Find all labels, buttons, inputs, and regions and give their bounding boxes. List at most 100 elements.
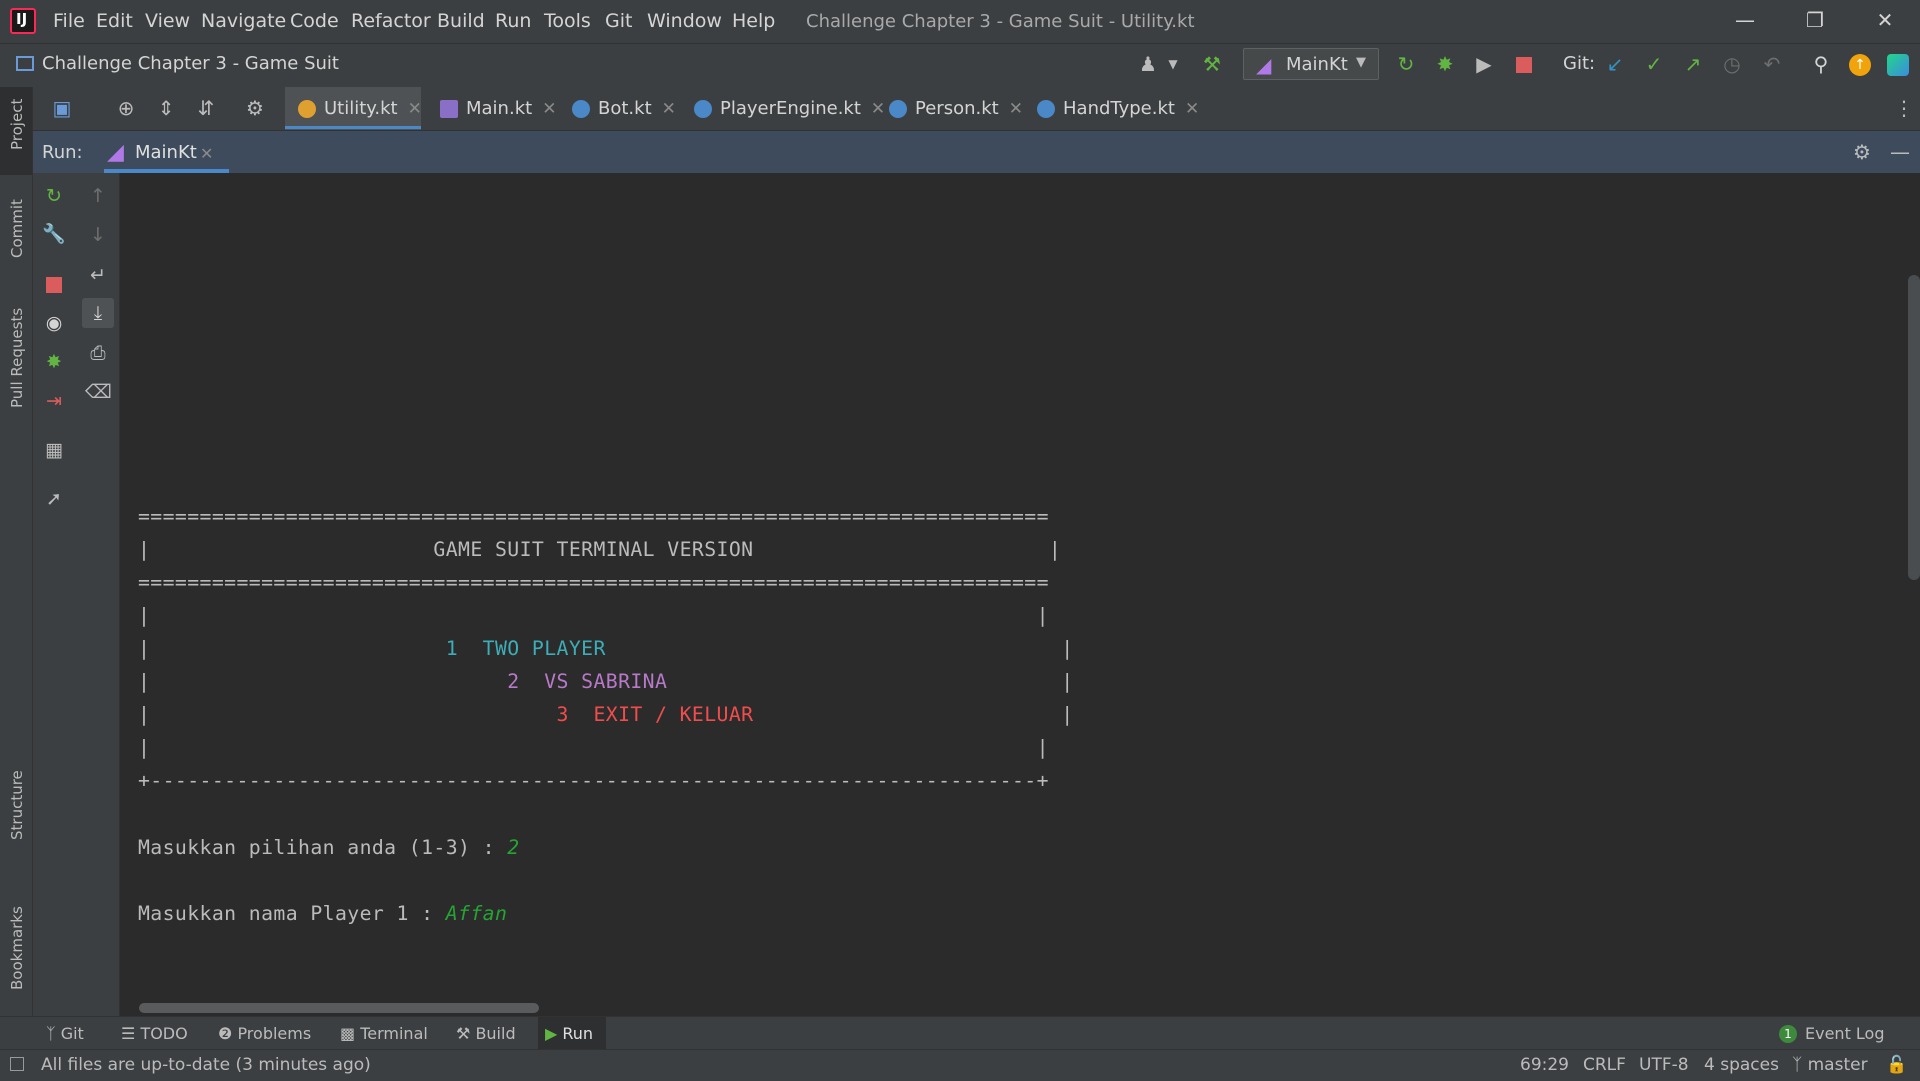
horizontal-scrollbar[interactable]: [139, 1003, 539, 1013]
tool-project[interactable]: Project: [8, 99, 26, 150]
lock-icon[interactable]: 🔓: [1886, 1055, 1907, 1075]
tab-main-kt[interactable]: Main.kt ✕: [440, 87, 556, 130]
toolbox-icon[interactable]: [1887, 54, 1909, 76]
rollback-icon[interactable]: ↶: [1760, 52, 1784, 76]
locate-icon[interactable]: ⊕: [114, 96, 138, 120]
exit-icon[interactable]: ⇥: [41, 388, 67, 414]
tool-commit[interactable]: Commit: [8, 199, 26, 258]
caret-position[interactable]: 69:29: [1520, 1055, 1569, 1075]
close-tab-icon[interactable]: ✕: [662, 99, 676, 119]
line-suffix: |: [605, 637, 1074, 660]
history-icon[interactable]: ◷: [1720, 52, 1744, 76]
list-icon: ☰: [121, 1024, 141, 1043]
status-toggle-icon[interactable]: [10, 1057, 24, 1071]
restore-icon[interactable]: ❐: [1800, 8, 1830, 34]
trash-icon[interactable]: ⌫: [85, 379, 112, 405]
pin-icon[interactable]: ➚: [41, 486, 67, 512]
scroll-to-end-icon[interactable]: ⤓: [85, 300, 111, 326]
tab-handtype-kt[interactable]: HandType.kt ✕: [1037, 87, 1199, 130]
app-logo-icon[interactable]: IJ: [10, 8, 36, 34]
tool-structure[interactable]: Structure: [8, 770, 26, 840]
tab-utility-kt[interactable]: Utility.kt ✕: [298, 87, 422, 130]
event-log-button[interactable]: Event Log: [1805, 1024, 1885, 1043]
tool-bookmarks[interactable]: Bookmarks: [8, 906, 26, 990]
menu-build[interactable]: Build: [437, 10, 485, 32]
tab-playerengine-kt[interactable]: PlayerEngine.kt ✕: [694, 87, 885, 130]
close-tab-icon[interactable]: ✕: [1009, 99, 1023, 119]
line-prefix: |: [138, 703, 557, 726]
git-update-icon[interactable]: ↙: [1603, 52, 1627, 76]
menu-file[interactable]: File: [53, 10, 85, 32]
tool-git[interactable]: ᛉ Git: [46, 1024, 84, 1043]
stop-icon[interactable]: [1516, 57, 1532, 73]
run-configuration-select[interactable]: ◢ MainKt ▼: [1243, 48, 1379, 80]
tab-person-kt[interactable]: Person.kt ✕: [889, 87, 1023, 130]
expand-all-icon[interactable]: ⇕: [154, 96, 178, 120]
build-hammer-icon[interactable]: ⚒: [1200, 52, 1224, 76]
settings-gear-icon[interactable]: ⚙: [243, 96, 267, 120]
menu-title-line: | GAME SUIT TERMINAL VERSION |: [138, 538, 1062, 561]
indent-setting[interactable]: 4 spaces: [1704, 1055, 1779, 1075]
close-tab-icon[interactable]: ✕: [408, 99, 422, 119]
rerun-icon[interactable]: ↻: [1394, 52, 1418, 76]
print-icon[interactable]: ⎙: [85, 340, 111, 366]
rerun-icon[interactable]: ↻: [41, 183, 67, 209]
file-encoding[interactable]: UTF-8: [1639, 1055, 1689, 1075]
menu-tools[interactable]: Tools: [544, 10, 591, 32]
git-commit-icon[interactable]: ✓: [1642, 52, 1666, 76]
close-tab-icon[interactable]: ✕: [542, 99, 556, 119]
tab-bot-kt[interactable]: Bot.kt ✕: [572, 87, 676, 130]
git-push-icon[interactable]: ↗: [1681, 52, 1705, 76]
camera-icon[interactable]: ◉: [41, 310, 67, 336]
layout-icon[interactable]: ▣: [50, 96, 74, 120]
kotlin-class-icon: [694, 100, 712, 118]
menu-view[interactable]: View: [145, 10, 190, 32]
option-exit: 3 EXIT / KELUAR: [556, 703, 754, 726]
coverage-icon[interactable]: ▶: [1472, 52, 1496, 76]
layout-icon[interactable]: ▦: [41, 437, 67, 463]
close-tab-icon[interactable]: ✕: [871, 99, 885, 119]
close-tab-icon[interactable]: ✕: [1185, 99, 1199, 119]
minimize-icon[interactable]: —: [1730, 8, 1760, 34]
close-tab-icon[interactable]: ✕: [200, 144, 213, 163]
tool-problems[interactable]: ❷ Problems: [218, 1024, 311, 1043]
line-separator[interactable]: CRLF: [1583, 1055, 1626, 1075]
git-branch[interactable]: ᛉ master: [1792, 1055, 1868, 1075]
menu-empty-line: | |: [138, 736, 1049, 759]
menu-help[interactable]: Help: [732, 10, 775, 32]
menu-navigate[interactable]: Navigate: [201, 10, 286, 32]
menu-run[interactable]: Run: [495, 10, 531, 32]
tool-terminal[interactable]: ▩ Terminal: [340, 1024, 428, 1043]
settings-gear-icon[interactable]: ⚙: [1850, 140, 1874, 164]
soft-wrap-icon[interactable]: ↵: [85, 262, 111, 288]
arrow-up-icon[interactable]: ↑: [85, 183, 111, 209]
menu-code[interactable]: Code: [290, 10, 339, 32]
user-icon[interactable]: ♟: [1136, 52, 1160, 76]
close-icon[interactable]: ✕: [1870, 8, 1900, 34]
terminal-icon: ▩: [340, 1024, 361, 1043]
menu-git[interactable]: Git: [605, 10, 632, 32]
collapse-all-icon[interactable]: ⇵: [194, 96, 218, 120]
chevron-down-icon[interactable]: ▼: [1161, 52, 1185, 76]
status-message[interactable]: All files are up-to-date (3 minutes ago): [41, 1055, 371, 1075]
update-icon[interactable]: ↑: [1849, 54, 1871, 76]
more-options-icon[interactable]: ⋮: [1892, 96, 1916, 120]
arrow-down-icon[interactable]: ↓: [85, 222, 111, 248]
tool-build[interactable]: ⚒ Build: [456, 1024, 516, 1043]
debug-bug-icon[interactable]: ✸: [41, 349, 67, 375]
debug-icon[interactable]: ✸: [1433, 52, 1457, 76]
menu-edit[interactable]: Edit: [96, 10, 133, 32]
tool-run[interactable]: ▶ Run: [545, 1024, 593, 1043]
hide-icon[interactable]: —: [1888, 140, 1912, 164]
wrench-icon[interactable]: 🔧: [41, 221, 67, 247]
menu-window[interactable]: Window: [647, 10, 722, 32]
prompt-choice-line: Masukkan pilihan anda (1-3) : 2: [138, 836, 520, 859]
search-icon[interactable]: ⚲: [1809, 52, 1833, 76]
tool-todo[interactable]: ☰ TODO: [121, 1024, 188, 1043]
stop-icon[interactable]: [46, 277, 62, 293]
tool-pull-requests[interactable]: Pull Requests: [8, 308, 26, 408]
vertical-scrollbar[interactable]: [1908, 275, 1920, 580]
project-icon: [16, 56, 34, 71]
menu-refactor[interactable]: Refactor: [351, 10, 431, 32]
project-breadcrumb[interactable]: Challenge Chapter 3 - Game Suit: [42, 53, 339, 74]
